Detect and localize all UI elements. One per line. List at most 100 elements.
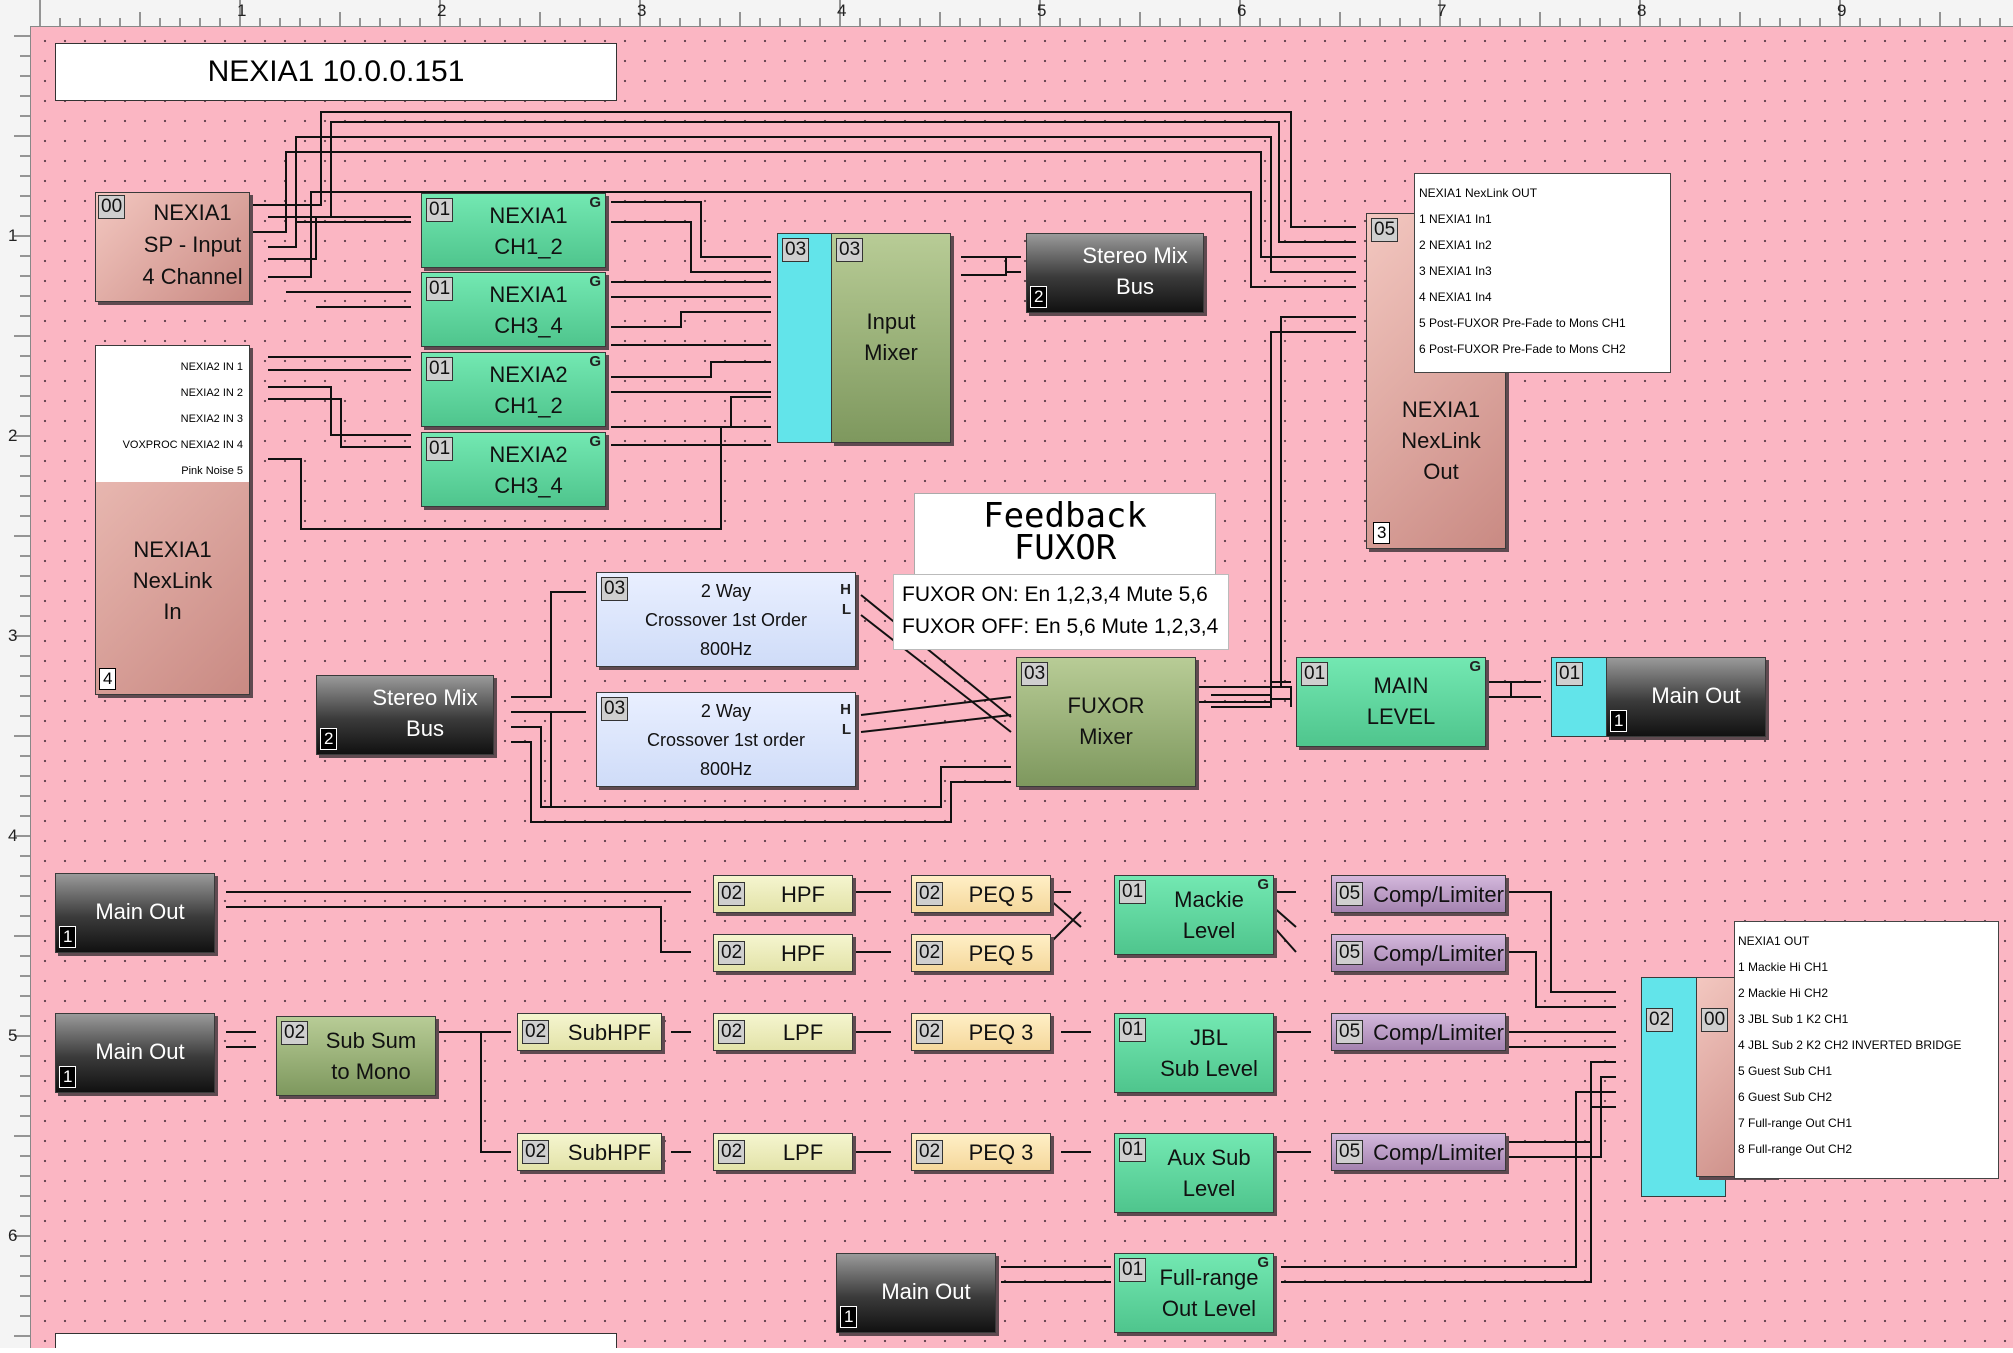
ruler-left-num: 4 xyxy=(8,826,18,845)
hpf-2-block[interactable]: 02 HPF xyxy=(713,934,853,972)
peq3-1-block[interactable]: 02 PEQ 3 xyxy=(911,1013,1051,1051)
ruler-top-num: 4 xyxy=(837,1,847,20)
peq5-1-block[interactable]: 02 PEQ 5 xyxy=(911,875,1051,913)
comp-limiter-3-block[interactable]: 05 Comp/Limiter xyxy=(1331,1013,1506,1051)
block-number: 1 xyxy=(840,1306,858,1328)
main-level-block[interactable]: 01 G MAIN LEVEL xyxy=(1296,657,1486,747)
channel-label: 4 NEXIA1 In4 xyxy=(1419,290,1492,304)
wire xyxy=(268,216,411,260)
jbl-sub-level-block[interactable]: 01 JBL Sub Level xyxy=(1114,1013,1274,1093)
block-label: HPF xyxy=(781,882,825,907)
block-number: 1 xyxy=(59,926,77,948)
wire xyxy=(1501,951,1616,1008)
ruler-top-num: 6 xyxy=(1237,1,1247,20)
ruler-left-ticks xyxy=(14,35,30,1337)
lpf-2-block[interactable]: 02 LPF xyxy=(713,1133,853,1171)
main-out-2-block[interactable]: Main Out 1 xyxy=(55,1013,215,1093)
block-label: NEXIA1 SP - Input 4 Channel xyxy=(142,200,243,289)
peq3-2-block[interactable]: 02 PEQ 3 xyxy=(911,1133,1051,1171)
main-out-top-bus-strip[interactable]: 01 xyxy=(1551,657,1609,737)
block-number: 3 xyxy=(1373,522,1391,544)
mackie-level-block[interactable]: 01 G Mackie Level xyxy=(1114,875,1274,955)
block-label: Main Out xyxy=(95,1039,185,1064)
fuxor-note: FUXOR ON: En 1,2,3,4 Mute 5,6 FUXOR OFF:… xyxy=(893,574,1229,650)
block-label: LPF xyxy=(782,1140,824,1165)
wire xyxy=(1281,1091,1616,1268)
crossover-2-block[interactable]: 03 H L 2 Way Crossover 1st order 800Hz xyxy=(596,692,856,787)
subhpf-2-block[interactable]: 02 SubHPF xyxy=(517,1133,662,1171)
sp-input-block[interactable]: 00 NEXIA1 SP - Input 4 Channel xyxy=(95,192,250,302)
block-id-badge: 03 xyxy=(1021,662,1049,686)
main-out-top-block[interactable]: Main Out 1 xyxy=(1606,657,1766,737)
block-number: 4 xyxy=(99,668,117,690)
ruler-top-num: 2 xyxy=(437,1,447,20)
channel-label: Pink Noise 5 xyxy=(181,465,243,477)
channel-label: 5 Post-FUXOR Pre-Fade to Mons CH1 xyxy=(1419,316,1626,330)
comp-limiter-4-block[interactable]: 05 Comp/Limiter xyxy=(1331,1133,1506,1171)
nexlink-in-channel-list: NEXIA2 IN 1 NEXIA2 IN 2 NEXIA2 IN 3 VOXP… xyxy=(96,346,249,482)
fuxor-mixer-block[interactable]: 03 FUXOR Mixer xyxy=(1016,657,1196,787)
block-label: NEXIA1 CH1_2 xyxy=(489,203,568,259)
block-number: 2 xyxy=(320,728,338,750)
block-label: Main Out xyxy=(1651,683,1741,708)
channel-label: 6 Post-FUXOR Pre-Fade to Mons CH2 xyxy=(1419,342,1626,356)
block-number: 1 xyxy=(59,1066,77,1088)
feedback-title-line2: FUXOR xyxy=(1013,528,1117,568)
subhpf-1-block[interactable]: 02 SubHPF xyxy=(517,1013,662,1051)
block-label: NEXIA2 CH3_4 xyxy=(489,442,568,498)
comp-limiter-2-block[interactable]: 05 Comp/Limiter xyxy=(1331,934,1506,972)
block-label: HPF xyxy=(781,941,825,966)
block-id-badge: 02 xyxy=(1646,1008,1674,1032)
channel-label: NEXIA2 IN 3 xyxy=(180,413,243,425)
nexia1-ch1-2-block[interactable]: 01 G NEXIA1 CH1_2 xyxy=(421,193,606,268)
block-label: NEXIA1 NexLink Out xyxy=(1401,397,1481,484)
block-label: PEQ 3 xyxy=(968,1140,1034,1165)
channel-label: 6 Guest Sub CH2 xyxy=(1738,1090,1833,1104)
block-label: Comp/Limiter xyxy=(1373,1020,1504,1045)
block-label: Main Out xyxy=(95,899,185,924)
block-id-badge: 01 xyxy=(1556,662,1584,686)
wire xyxy=(1191,686,1292,707)
block-label: Stereo Mix Bus xyxy=(1082,243,1188,299)
ruler-top: 1 2 3 4 5 6 7 8 9 xyxy=(0,0,2013,27)
block-label: Mackie Level xyxy=(1174,887,1244,943)
hpf-1-block[interactable]: 02 HPF xyxy=(713,875,853,913)
design-canvas[interactable]: NEXIA1 10.0.0.151 00 NEXIA1 SP - Input 4… xyxy=(31,27,2013,1348)
stereo-mix-bus-top[interactable]: Stereo Mix Bus 2 xyxy=(1026,233,1204,313)
main-out-3-block[interactable]: Main Out 1 xyxy=(836,1253,996,1333)
nexia2-ch3-4-block[interactable]: 01 G NEXIA2 CH3_4 xyxy=(421,432,606,507)
wire xyxy=(431,1031,511,1153)
channel-label: 7 Full-range Out CH1 xyxy=(1738,1116,1853,1130)
block-label: SubHPF xyxy=(567,1020,652,1045)
lpf-1-block[interactable]: 02 LPF xyxy=(713,1013,853,1051)
channel-label: 2 NEXIA1 In2 xyxy=(1419,238,1492,252)
channel-label: VOXPROC NEXIA2 IN 4 xyxy=(122,439,243,451)
main-out-1-block[interactable]: Main Out 1 xyxy=(55,873,215,953)
sub-sum-mono-block[interactable]: 02 Sub Sum to Mono xyxy=(276,1016,436,1096)
stereo-mix-bus-mid[interactable]: Stereo Mix Bus 2 xyxy=(316,675,494,755)
ruler-left-num: 1 xyxy=(8,226,18,245)
nexia1-ch3-4-block[interactable]: 01 G NEXIA1 CH3_4 xyxy=(421,272,606,347)
aux-sub-level-block[interactable]: 01 Aux Sub Level xyxy=(1114,1133,1274,1213)
full-range-out-level-block[interactable]: 01 G Full-range Out Level xyxy=(1114,1253,1274,1333)
fuxor-note-line: FUXOR ON: En 1,2,3,4 Mute 5,6 xyxy=(902,583,1208,606)
nexlink-in-block[interactable]: NEXIA2 IN 1 NEXIA2 IN 2 NEXIA2 IN 3 VOXP… xyxy=(95,345,250,695)
comp-limiter-1-block[interactable]: 05 Comp/Limiter xyxy=(1331,875,1506,913)
ruler-top-num: 5 xyxy=(1037,1,1047,20)
input-mixer-block[interactable]: 03 Input Mixer xyxy=(831,233,951,443)
peq5-2-block[interactable]: 02 PEQ 5 xyxy=(911,934,1051,972)
crossover-1-block[interactable]: 03 H L 2 Way Crossover 1st Order 800Hz xyxy=(596,572,856,667)
block-id-badge: 03 xyxy=(836,238,864,262)
channel-label: 3 JBL Sub 1 K2 CH1 xyxy=(1738,1012,1849,1026)
ruler-left-num: 6 xyxy=(8,1226,18,1245)
block-label: PEQ 3 xyxy=(968,1020,1034,1045)
channel-label: 5 Guest Sub CH1 xyxy=(1738,1064,1833,1078)
ruler-left-num: 3 xyxy=(8,626,18,645)
wire xyxy=(860,696,1012,716)
ruler-top-num: 3 xyxy=(637,1,647,20)
nexia2-ch1-2-block[interactable]: 01 G NEXIA2 CH1_2 xyxy=(421,352,606,427)
input-mixer-bus-strip[interactable]: 03 xyxy=(777,233,832,443)
channel-label: 8 Full-range Out CH2 xyxy=(1738,1142,1853,1156)
block-number: 2 xyxy=(1030,286,1048,308)
block-label: Full-range Out Level xyxy=(1159,1265,1259,1321)
